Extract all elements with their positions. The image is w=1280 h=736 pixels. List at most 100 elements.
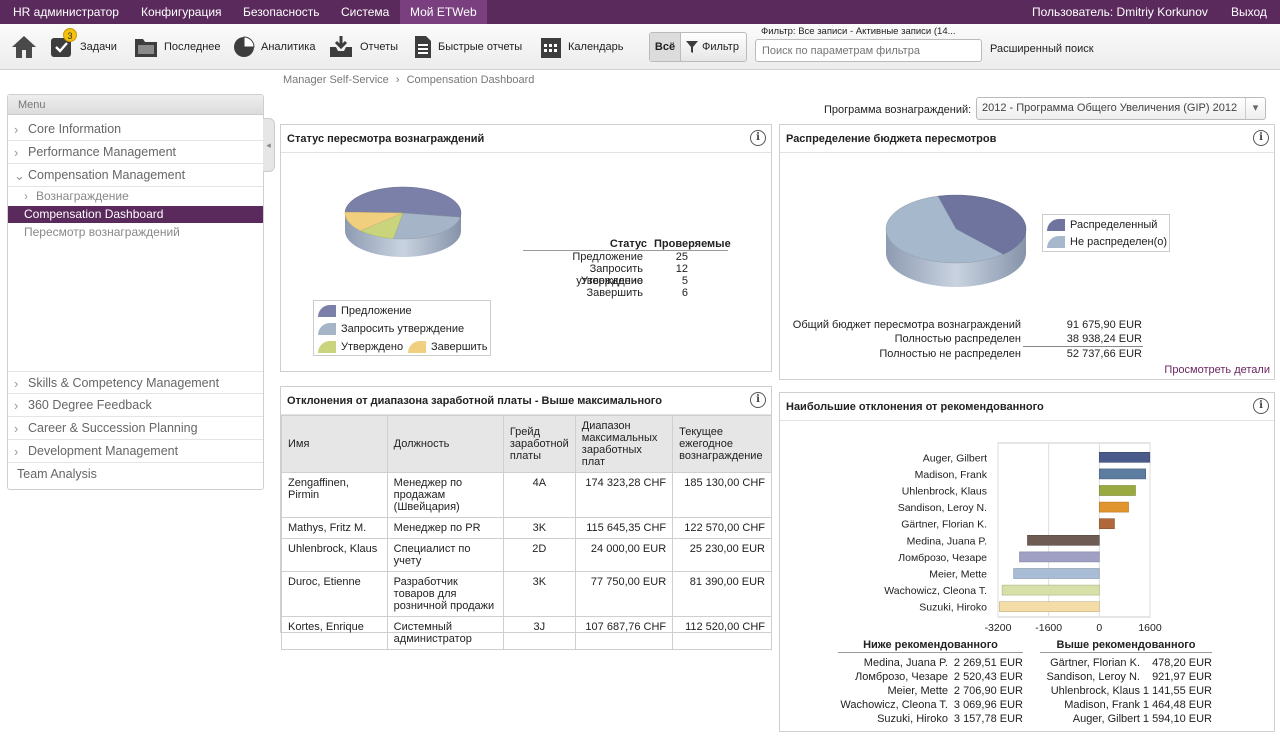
table-row[interactable]: Kortes, Enrique Системный администратор 3J…	[281, 616, 772, 650]
filter-search-input[interactable]	[755, 39, 982, 62]
employee-name: Madison, Frank	[1064, 699, 1140, 711]
calendar-icon	[541, 38, 561, 58]
sidebar-item-label: Core Information	[28, 122, 122, 136]
sidebar-item-compensation-dashboard[interactable]: Compensation Dashboard	[8, 206, 263, 223]
employee-name: Auger, Gilbert	[1072, 713, 1140, 725]
sidebar-subgroup-remuneration[interactable]: › Вознаграждение	[8, 187, 263, 206]
legend-swatch	[1047, 236, 1065, 248]
col-name[interactable]: Имя	[281, 415, 388, 473]
sidebar-item-core-information[interactable]: › Core Information	[8, 118, 263, 141]
deviation-bar	[999, 601, 1100, 612]
sidebar-menu: Menu › Core Information › Performance Mana…	[7, 94, 264, 490]
table-row[interactable]: Zengaffinen, Pirmin Менеджер по продажам …	[281, 472, 772, 518]
status-count: 5	[681, 275, 688, 287]
table-row[interactable]: Uhlenbrock, Klaus Специалист по учету 2D 24…	[281, 538, 772, 572]
legend-swatch	[318, 305, 336, 317]
sidebar-subgroup-label: Вознаграждение	[36, 189, 129, 203]
count-col-header: Проверяемые	[654, 238, 731, 250]
chevron-right-icon: ›	[14, 376, 19, 391]
sidebar-item-compensation[interactable]: ⌄ Compensation Management	[8, 164, 263, 187]
employee-name: Meier, Mette	[887, 685, 948, 697]
budget-panel-title: Распределение бюджета пересмотров	[780, 125, 1274, 153]
menu-security[interactable]: Безопасность	[233, 0, 330, 24]
budget-panel: Распределение бюджета пересмотров i Расп…	[779, 124, 1275, 380]
quick-reports-button[interactable]: Быстрые отчеты	[414, 24, 522, 70]
recent-button[interactable]: Последнее	[134, 24, 221, 70]
deviation-panel-title: Наибольшие отклонения от рекомендованног…	[780, 393, 1274, 421]
sidebar-item-performance[interactable]: › Performance Management	[8, 141, 263, 164]
x-tick-label: -3200	[985, 622, 1012, 634]
pay-grade: 4A	[502, 472, 576, 518]
menu-configuration[interactable]: Конфигурация	[131, 0, 232, 24]
sidebar-item-career[interactable]: › Career & Succession Planning	[8, 417, 263, 440]
chevron-left-icon: ◂	[266, 140, 271, 150]
menu-system[interactable]: Система	[331, 0, 399, 24]
calendar-button[interactable]: Календарь	[540, 24, 624, 70]
table-row[interactable]: Mathys, Fritz M. Менеджер по PR 3K 115 645,…	[281, 517, 772, 539]
program-select[interactable]: 2012 - Программа Общего Увеличения (GIP)…	[976, 97, 1266, 120]
home-icon	[12, 36, 36, 58]
legend-item: Не распределен(о)	[1047, 236, 1167, 248]
deviation-bar	[1099, 518, 1115, 529]
breadcrumb-item[interactable]: Manager Self-Service	[283, 74, 389, 86]
reports-button[interactable]: Отчеты	[328, 24, 398, 70]
col-max-range[interactable]: Диапазон максимальных заработных плат	[574, 415, 674, 473]
menu-hr-admin[interactable]: HR администратор	[3, 0, 129, 24]
max-range: 107 687,76 CHF	[574, 616, 674, 650]
current-salary: 112 520,00 CHF	[672, 616, 772, 650]
info-icon[interactable]: i	[750, 392, 766, 408]
view-details-link[interactable]: Просмотреть детали	[1164, 364, 1270, 376]
below-recommended-title: Ниже рекомендованного	[838, 639, 1023, 653]
current-salary: 122 570,00 CHF	[672, 517, 772, 539]
logout-link[interactable]: Выход	[1221, 0, 1277, 24]
sidebar-item-team-analysis[interactable]: Team Analysis	[8, 463, 263, 486]
document-icon	[415, 36, 431, 58]
category-label: Wachowicz, Cleona T.	[884, 585, 987, 597]
employee-name: Uhlenbrock, Klaus	[1050, 685, 1140, 697]
col-current-salary[interactable]: Текущее ежегодное вознаграждение	[672, 415, 772, 473]
info-icon[interactable]: i	[1253, 130, 1269, 146]
chevron-right-icon: ›	[14, 444, 19, 459]
all-toggle[interactable]: Всё	[650, 33, 681, 61]
col-position[interactable]: Должность	[386, 415, 504, 473]
info-icon[interactable]: i	[750, 130, 766, 146]
toolbar: 3 Задачи Последнее Аналитика Отчеты Быст…	[0, 24, 1280, 70]
deviation-row: Uhlenbrock, Klaus 1 141,55 EUR	[1040, 684, 1212, 698]
advanced-search-link[interactable]: Расширенный поиск	[990, 43, 1094, 55]
info-icon[interactable]: i	[1253, 398, 1269, 414]
inbox-download-icon	[330, 36, 352, 57]
sidebar-item-label: Career & Succession Planning	[28, 421, 198, 435]
home-button[interactable]	[10, 24, 38, 70]
analytics-button[interactable]: Аналитика	[233, 24, 315, 70]
filter-toggle[interactable]: Фильтр	[681, 41, 739, 53]
tasks-button[interactable]: 3 Задачи	[50, 24, 117, 70]
deviation-value: 2 269,51 EUR	[953, 657, 1023, 669]
budget-pie-chart	[885, 194, 1027, 287]
above-recommended-list: Gärtner, Florian K. 478,20 EUR Sandison, L…	[1040, 656, 1212, 726]
above-recommended-title: Выше рекомендованного	[1040, 639, 1212, 653]
menu-my-etweb[interactable]: Мой ETWeb	[400, 0, 487, 24]
sidebar-item-skills[interactable]: › Skills & Competency Management	[8, 371, 263, 394]
legend-swatch	[408, 341, 426, 353]
legend-swatch	[1047, 219, 1065, 231]
sidebar-item-development[interactable]: › Development Management	[8, 440, 263, 463]
current-salary: 185 130,00 CHF	[672, 472, 772, 518]
status-label: Утверждено	[580, 275, 643, 287]
status-row: Завершить 6	[523, 287, 728, 299]
deviation-value: 2 520,43 EUR	[953, 671, 1023, 683]
status-row: Запросить утверждение 12	[523, 263, 728, 287]
calendar-label: Календарь	[568, 41, 624, 53]
sidebar-item-360-feedback[interactable]: › 360 Degree Feedback	[8, 394, 263, 417]
max-range: 24 000,00 EUR	[574, 538, 674, 572]
x-tick-label: -1600	[1035, 622, 1062, 634]
deviation-bar-chart: -3200 -1600 0 1600 Auger, Gilbert Madison, Fr…	[884, 442, 1162, 634]
employee-name: Zengaffinen, Pirmin	[281, 472, 388, 518]
table-row[interactable]: Duroc, Etienne Разработчик товаров для ро…	[281, 571, 772, 617]
deviation-row: Gärtner, Florian K. 478,20 EUR	[1040, 656, 1212, 670]
col-grade[interactable]: Грейд заработной платы	[502, 415, 576, 473]
budget-label: Полностью не распределен	[879, 348, 1021, 360]
sidebar-collapse-handle[interactable]: ◂	[263, 118, 275, 172]
legend-swatch	[318, 323, 336, 335]
sidebar-item-label: 360 Degree Feedback	[28, 398, 152, 412]
sidebar-item-compensation-review[interactable]: Пересмотр вознаграждений	[8, 224, 263, 241]
